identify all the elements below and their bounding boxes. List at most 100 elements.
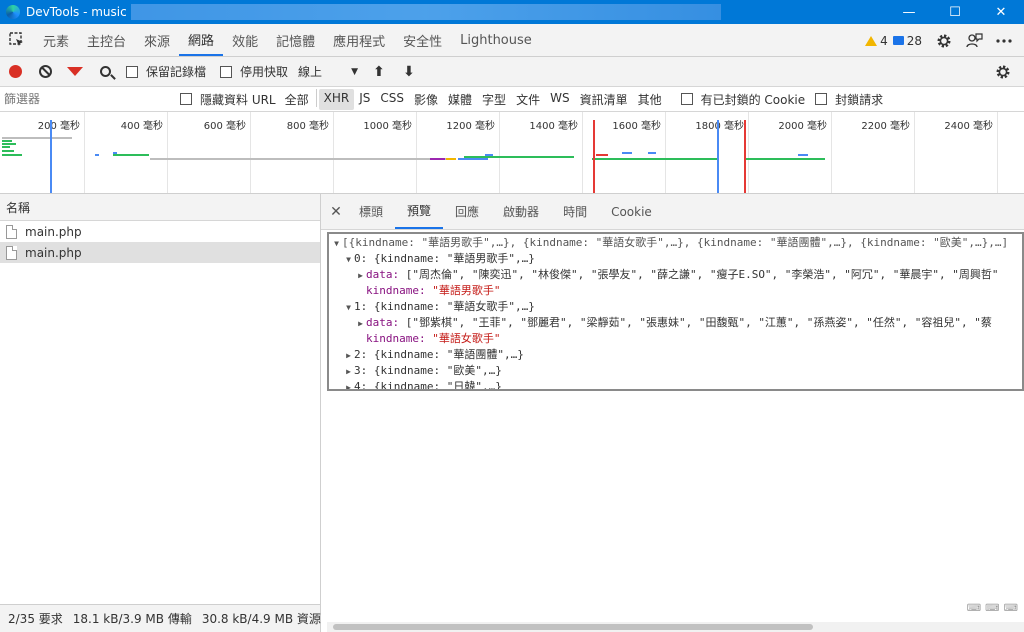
timeline-gridline [748, 112, 749, 193]
collapsed-triangle-icon[interactable]: ▶ [343, 348, 354, 364]
detail-tabs: ✕ 標頭 預覽 回應 啟動器 時間 Cookie [321, 194, 1024, 230]
tree-item-0-data[interactable]: ▶ data: ["周杰倫", "陳奕迅", "林俊傑", "張學友", "薛之謙… [331, 267, 1022, 283]
minimize-button[interactable]: — [886, 0, 932, 24]
request-row-selected[interactable]: main.php [0, 242, 320, 263]
filter-type-img[interactable]: 影像 [409, 89, 443, 110]
network-settings-gear-icon[interactable] [988, 57, 1018, 87]
tab-security[interactable]: 安全性 [394, 24, 451, 56]
expanded-triangle-icon[interactable]: ▼ [343, 252, 354, 268]
feedback-icon[interactable] [960, 27, 988, 55]
filter-input[interactable] [4, 89, 174, 109]
tree-root[interactable]: ▼ [{kindname: "華語男歌手",…}, {kindname: "華語女… [331, 235, 1022, 251]
hide-data-urls-checkbox[interactable]: 隱藏資料 URL [180, 91, 276, 108]
tab-response[interactable]: 回應 [443, 194, 491, 229]
timeline-request-bar [2, 146, 10, 148]
network-overview-timeline[interactable]: 200 毫秒 400 毫秒 600 毫秒 800 毫秒 1000 毫秒 1200 毫秒 14… [0, 112, 1024, 194]
inspect-element-icon[interactable] [0, 24, 34, 56]
tree-item-2[interactable]: ▶ 2: {kindname: "華語團體",…} [331, 347, 1022, 363]
tree-item-1-kindname: kindname: "華語女歌手" [331, 331, 1022, 347]
hide-data-urls-box[interactable] [180, 93, 192, 105]
maximize-button[interactable]: ☐ [932, 0, 978, 24]
timeline-request-bar [464, 156, 574, 158]
close-icon[interactable]: ✕ [325, 194, 347, 229]
import-har-button[interactable]: ⬆ [364, 57, 394, 87]
tree-item-1-data[interactable]: ▶ data: ["鄧紫棋", "王菲", "鄧麗君", "梁靜茹", "張惠妹"… [331, 315, 1022, 331]
expanded-triangle-icon[interactable]: ▼ [331, 236, 342, 252]
throttling-select[interactable]: 線上 ▼ [292, 61, 364, 83]
filter-type-font[interactable]: 字型 [477, 89, 511, 110]
collapsed-triangle-icon[interactable]: ▶ [355, 316, 366, 332]
filter-type-all[interactable]: 全部 [280, 89, 314, 110]
chevron-down-icon: ▼ [351, 66, 359, 77]
message-icon [892, 36, 904, 45]
timeline-request-bar [2, 140, 12, 142]
horizontal-scrollbar[interactable] [327, 622, 1024, 632]
tree-item-0[interactable]: ▼ 0: {kindname: "華語男歌手",…} [331, 251, 1022, 267]
preserve-log-checkbox[interactable]: 保留記錄檔 [126, 63, 206, 80]
timeline-gridline [416, 112, 417, 193]
filter-type-css[interactable]: CSS [375, 89, 409, 110]
filter-type-manifest[interactable]: 資訊清單 [575, 89, 633, 110]
scrollbar-thumb[interactable] [333, 624, 813, 630]
collapsed-triangle-icon[interactable]: ▶ [343, 364, 354, 380]
tab-sources[interactable]: 來源 [135, 24, 179, 56]
tab-lighthouse[interactable]: Lighthouse [451, 24, 541, 56]
issues-badge[interactable]: 4 28 [865, 34, 922, 48]
blocked-cookies-box[interactable] [680, 93, 693, 105]
filter-type-media[interactable]: 媒體 [443, 89, 477, 110]
tab-console[interactable]: 主控台 [78, 24, 135, 56]
disable-cache-label: 停用快取 [240, 65, 289, 79]
tree-item-3[interactable]: ▶ 3: {kindname: "歐美",…} [331, 363, 1022, 379]
timeline-tick-label: 1000 毫秒 [363, 121, 412, 132]
tree-item-1[interactable]: ▼ 1: {kindname: "華語女歌手",…} [331, 299, 1022, 315]
more-icon[interactable] [990, 27, 1018, 55]
filter-type-ws[interactable]: WS [545, 89, 574, 110]
tab-initiator[interactable]: 啟動器 [491, 194, 551, 229]
timeline-tick-label: 1800 毫秒 [695, 121, 744, 132]
close-button[interactable]: ✕ [978, 0, 1024, 24]
expanded-triangle-icon[interactable]: ▼ [343, 300, 354, 316]
export-har-button[interactable]: ⬇ [394, 57, 424, 87]
disable-cache-checkbox[interactable]: 停用快取 [220, 63, 288, 80]
blocked-cookies-checkbox[interactable]: 有已封鎖的 Cookie [680, 91, 805, 108]
collapsed-triangle-icon[interactable]: ▶ [355, 268, 366, 284]
property-value: ["周杰倫", "陳奕迅", "林俊傑", "張學友", "薛之謙", "瘦子E… [405, 268, 999, 281]
filter-type-doc[interactable]: 文件 [511, 89, 545, 110]
blocked-requests-checkbox[interactable]: 封鎖請求 [815, 91, 883, 108]
record-button[interactable] [0, 57, 30, 87]
tab-headers[interactable]: 標頭 [347, 194, 395, 229]
collapsed-triangle-icon[interactable]: ▶ [343, 380, 354, 389]
disable-cache-box[interactable] [220, 65, 233, 78]
blocked-requests-box[interactable] [815, 93, 828, 105]
tree-item-4[interactable]: ▶ 4: {kindname: "日韓",…} [331, 379, 1022, 389]
name-column-header[interactable]: 名稱 [0, 194, 320, 221]
timeline-request-bar [2, 150, 14, 152]
request-row[interactable]: main.php [0, 221, 320, 242]
json-preview-tree[interactable]: ▼ [{kindname: "華語男歌手",…}, {kindname: "華語女… [327, 232, 1024, 391]
tab-preview[interactable]: 預覽 [395, 194, 444, 229]
tab-network[interactable]: 網路 [179, 24, 224, 56]
gear-icon[interactable] [930, 27, 958, 55]
tab-timing[interactable]: 時間 [551, 194, 599, 229]
tab-elements[interactable]: 元素 [34, 24, 78, 56]
transferred-size: 18.1 kB/3.9 MB 傳輸 [72, 612, 192, 626]
tab-performance[interactable]: 效能 [223, 24, 267, 56]
tab-application[interactable]: 應用程式 [324, 24, 394, 56]
string-value: "華語男歌手" [432, 284, 501, 297]
tree-item-0-kindname: kindname: "華語男歌手" [331, 283, 1022, 299]
warning-count: 4 [880, 33, 888, 48]
property-key: data: [366, 268, 400, 281]
timeline-gridline [831, 112, 832, 193]
clear-button[interactable] [30, 57, 60, 87]
preserve-log-box[interactable] [126, 65, 138, 78]
filter-type-other[interactable]: 其他 [633, 89, 667, 110]
search-button[interactable] [90, 57, 120, 87]
timeline-tick-label: 800 毫秒 [286, 121, 329, 132]
filter-toggle-button[interactable] [60, 57, 90, 87]
tab-memory[interactable]: 記憶體 [267, 24, 324, 56]
filter-type-xhr[interactable]: XHR [318, 88, 355, 110]
tab-cookies[interactable]: Cookie [599, 194, 664, 229]
timeline-request-bar [485, 154, 493, 156]
filter-type-js[interactable]: JS [354, 89, 375, 110]
timeline-tick-label: 400 毫秒 [120, 121, 163, 132]
